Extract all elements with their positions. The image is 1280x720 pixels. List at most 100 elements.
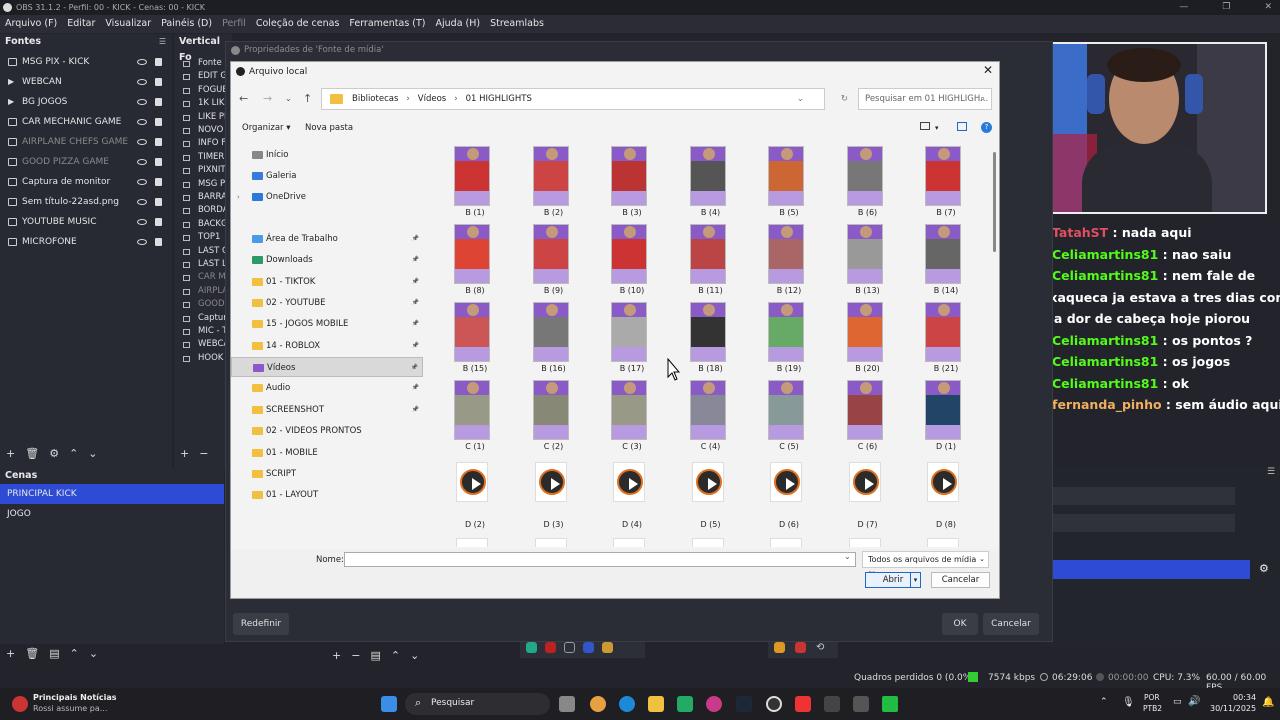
breadcrumb-item[interactable]: Vídeos [418,94,446,104]
source-item[interactable]: Sem título-22asd.png [0,192,172,212]
move-up-icon[interactable]: ⌃ [69,447,78,460]
copilot-icon[interactable] [590,696,606,712]
file-explorer-icon[interactable] [648,696,664,712]
file-grid-scrollbar[interactable] [992,142,998,547]
remove-vertical-source-icon[interactable]: − [199,447,208,460]
refresh-icon[interactable]: ↻ [841,89,848,109]
open-dropdown-icon[interactable]: ▾ [910,573,920,587]
file-item-partial[interactable] [613,538,645,547]
steam-icon[interactable] [736,696,752,712]
record-icon[interactable] [545,642,556,653]
pin-icon[interactable]: 📌 [412,272,419,292]
settings-plugin-icon[interactable] [774,642,785,653]
share-icon[interactable]: ⟲ [816,642,824,654]
move-down-icon[interactable]: ⌄ [88,447,97,460]
nav-item[interactable]: Início [231,145,423,165]
file-item[interactable]: B (4) [672,144,750,222]
vertical-source-item[interactable]: MSG P [198,179,225,189]
file-item[interactable]: D (8) [907,456,985,534]
lock-icon[interactable] [155,178,162,186]
typography-icon[interactable] [824,696,840,712]
add-icon[interactable]: + [332,649,341,662]
clock-time[interactable]: 00:34 [1233,693,1256,702]
file-item-partial[interactable] [534,538,567,547]
close-icon[interactable]: ✕ [1264,0,1272,15]
up-icon[interactable]: ⌃ [391,649,400,662]
nav-item[interactable]: 14 - ROBLOX 📌 [231,336,423,356]
blue-plugin-icon[interactable] [583,642,594,653]
cancel-button[interactable]: Cancelar [983,613,1039,635]
file-item[interactable]: D (4) [593,456,671,534]
file-item[interactable]: B (17) [593,300,671,378]
source-item[interactable]: MSG PIX - KICK [0,52,172,72]
vertical-source-item[interactable]: BORDA [198,205,229,215]
pin-icon[interactable]: 📌 [412,336,419,356]
chevron-up-icon[interactable]: ⌃ [1100,697,1108,707]
address-dropdown-icon[interactable]: ⌄ [797,89,804,109]
notepad-icon[interactable] [677,696,693,712]
app-icon[interactable] [882,696,898,712]
remove-source-icon[interactable]: 🗑 [25,447,39,460]
file-item[interactable]: B (7) [907,144,985,222]
source-item[interactable]: CAR MECHANIC GAME [0,112,172,132]
gear-icon[interactable]: ⚙ [1259,562,1269,575]
vertical-source-item[interactable]: HOOK [198,353,223,363]
vertical-source-item[interactable]: BACKG [198,219,228,229]
visibility-eye-icon[interactable] [137,219,147,225]
source-item[interactable]: ▶ WEBCAN [0,72,172,92]
nav-item[interactable]: SCREENSHOT 📌 [231,400,423,420]
scrollbar-thumb[interactable] [993,152,996,252]
nav-item[interactable]: › OneDrive [231,187,423,207]
file-item[interactable]: B (6) [829,144,907,222]
file-item-partial[interactable] [691,538,724,547]
breadcrumb-item[interactable]: Bibliotecas [352,94,398,104]
vertical-source-item[interactable]: GOOD [198,299,225,309]
pin-icon[interactable]: 📌 [412,378,419,398]
vertical-source-item[interactable]: MIC - T [198,326,227,336]
lock-icon[interactable] [155,198,162,206]
vertical-source-item[interactable]: CAR M [198,272,226,282]
visibility-eye-icon[interactable] [137,239,147,245]
nav-item[interactable]: 01 - MOBILE [231,443,423,463]
scene-item[interactable]: JOGO [0,504,224,524]
up-arrow-icon[interactable]: ↑ [303,92,312,105]
pin-icon[interactable]: 📌 [412,293,419,313]
monitor-icon[interactable]: ▭ [1173,697,1182,707]
vertical-source-item[interactable]: TIMER [198,152,224,162]
nav-item[interactable]: SCRIPT [231,464,423,484]
pin-icon[interactable]: 📌 [412,250,419,270]
add-source-icon[interactable]: + [6,447,15,460]
news-subtitle[interactable]: Rossi assume pa... [33,704,107,713]
dock-menu-icon-right[interactable]: ☰ [1267,467,1275,477]
back-arrow-icon[interactable]: ← [239,92,248,105]
new-folder-button[interactable]: Nova pasta [305,118,353,138]
breadcrumb-item[interactable]: 01 HIGHLIGHTS [466,94,532,104]
file-item[interactable]: B (13) [829,222,907,300]
scene-up-icon[interactable]: ⌃ [70,647,79,660]
vertical-source-item[interactable]: Captur [198,313,227,323]
volume-icon[interactable]: 🔊 [1188,696,1200,707]
source-item[interactable]: AIRPLANE CHEFS GAME [0,132,172,152]
remove-scene-icon[interactable]: 🗑 [25,647,39,660]
yellow-plugin-icon[interactable] [602,642,613,653]
nav-item[interactable]: Galeria [231,166,423,186]
windows-start-icon[interactable] [381,696,397,712]
scene-item[interactable]: PRINCIPAL KICK [0,484,224,504]
file-item[interactable]: D (3) [515,456,593,534]
vertical-source-item[interactable]: PIXNIT [198,165,226,175]
nav-item[interactable]: Vídeos 📌 [231,357,423,377]
vertical-source-item[interactable]: Fonte [198,58,222,68]
vertical-source-item[interactable]: INFO F [198,138,226,148]
file-item[interactable]: C (4) [672,378,750,456]
clock-date[interactable]: 30/11/2025 [1210,704,1256,713]
lock-icon[interactable] [155,58,162,66]
down-icon[interactable]: ⌄ [410,649,419,662]
filename-input[interactable] [344,552,856,567]
file-item[interactable]: B (9) [515,222,593,300]
vertical-source-item[interactable]: BARRA [198,192,227,202]
lock-icon[interactable] [155,118,162,126]
add-vertical-source-icon[interactable]: + [180,447,189,460]
maximize-icon[interactable]: ❐ [1222,0,1230,15]
news-title[interactable]: Principais Notícias [33,693,117,702]
filename-dropdown-icon[interactable]: ⌄ [844,552,851,561]
